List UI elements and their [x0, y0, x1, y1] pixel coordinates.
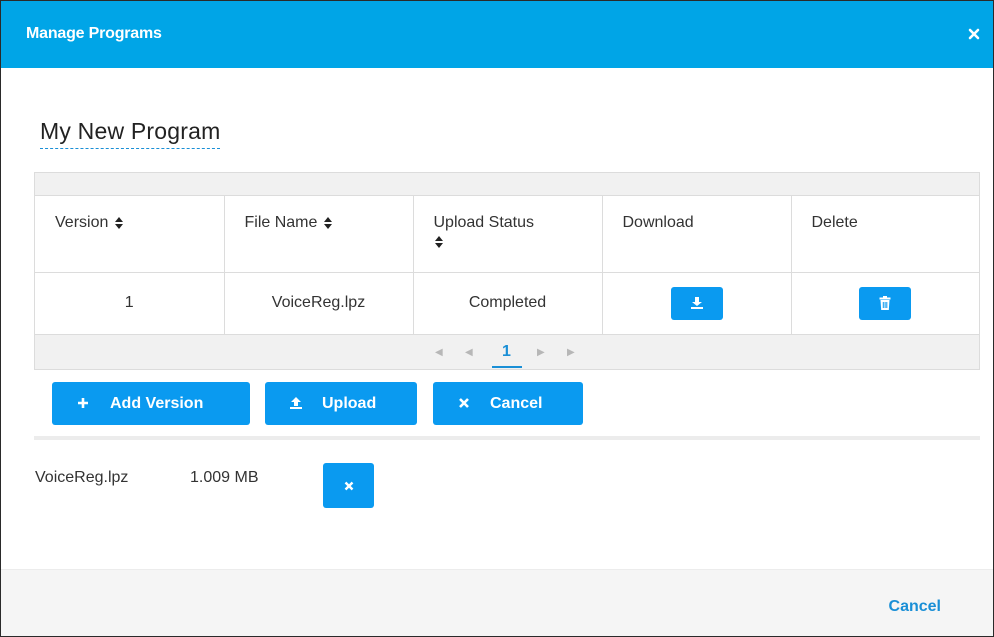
table-row: 1 VoiceReg.lpz Completed: [35, 272, 979, 335]
current-page-indicator: [492, 366, 522, 368]
upload-button[interactable]: Upload: [265, 382, 417, 425]
dialog-header: Manage Programs: [1, 1, 993, 68]
next-page-icon[interactable]: ▶: [537, 347, 545, 358]
cell-download: [602, 272, 792, 335]
dialog-footer: Cancel: [1, 569, 993, 636]
plus-icon: [78, 398, 88, 408]
cell-delete: [791, 272, 979, 335]
sort-icon[interactable]: [323, 216, 333, 230]
upload-label: Upload: [322, 395, 377, 412]
column-header-download: Download: [602, 196, 792, 273]
x-icon: [344, 481, 353, 490]
footer-cancel-button[interactable]: Cancel: [889, 598, 941, 616]
column-header-file-name[interactable]: File Name: [224, 196, 414, 273]
close-icon[interactable]: [967, 27, 981, 41]
previous-page-icon[interactable]: ◀: [465, 347, 473, 358]
first-page-icon[interactable]: ◀​: [435, 347, 443, 358]
last-page-icon[interactable]: ▶: [567, 347, 575, 358]
column-header-label: Delete: [811, 214, 858, 231]
remove-file-button[interactable]: [323, 463, 374, 508]
grid-pager: ◀​ ◀ 1 ▶ ▶: [35, 335, 979, 369]
cell-version: 1: [35, 272, 225, 335]
sort-icon[interactable]: [434, 235, 444, 249]
current-page-number[interactable]: 1: [502, 343, 511, 361]
cancel-upload-button[interactable]: Cancel: [433, 382, 583, 425]
pending-file-size: 1.009 MB: [190, 469, 259, 486]
download-icon: [690, 297, 703, 309]
manage-programs-dialog: Manage Programs My New Program Version F…: [0, 0, 994, 637]
x-icon: [459, 398, 469, 408]
table-header-row: Version File Name Upload Status Download…: [35, 196, 979, 273]
column-header-upload-status[interactable]: Upload Status: [413, 196, 603, 273]
cell-file-name: VoiceReg.lpz: [224, 272, 414, 335]
grid-toolbar: [35, 173, 979, 196]
column-header-label: Download: [622, 214, 694, 231]
versions-grid: Version File Name Upload Status Download…: [34, 172, 980, 370]
column-header-label: Version: [55, 214, 109, 231]
dialog-title: Manage Programs: [26, 25, 162, 42]
trash-icon: [879, 296, 891, 310]
column-header-label: Upload Status: [433, 214, 535, 231]
versions-table: Version File Name Upload Status Download…: [35, 196, 979, 335]
upload-icon: [290, 397, 302, 409]
download-button[interactable]: [670, 286, 723, 320]
delete-button[interactable]: [859, 286, 912, 320]
cancel-upload-label: Cancel: [490, 395, 543, 412]
sort-icon[interactable]: [114, 216, 124, 230]
add-version-label: Add Version: [110, 395, 204, 412]
column-header-label: File Name: [244, 214, 318, 231]
column-header-delete: Delete: [791, 196, 979, 273]
cell-upload-status: Completed: [413, 272, 603, 335]
program-name-editable[interactable]: My New Program: [40, 118, 221, 149]
column-header-version[interactable]: Version: [35, 196, 225, 273]
add-version-button[interactable]: Add Version: [52, 382, 250, 425]
divider: [34, 436, 980, 440]
pending-file-name: VoiceReg.lpz: [35, 469, 129, 486]
